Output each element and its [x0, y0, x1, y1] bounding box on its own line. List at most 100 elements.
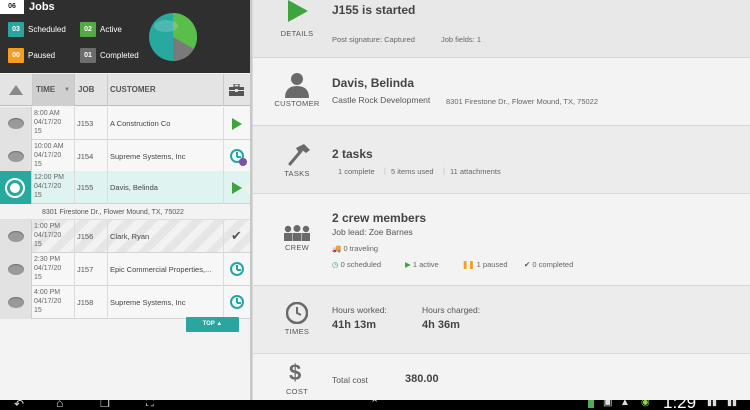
details-section[interactable]: DETAILS J155 is started Post signature: … — [253, 0, 750, 58]
tasks-title: 2 tasks — [332, 147, 373, 161]
job-row-j156[interactable]: 1:00 PM 04/17/20 15 J156 Clark, Ryan ✔ — [0, 220, 250, 253]
stat-completed-count: 01 — [80, 48, 96, 63]
stat-completed[interactable]: 01 Completed — [80, 48, 139, 63]
row-customer: Davis, Belinda — [110, 183, 158, 192]
stat-paused-label: Paused — [28, 51, 56, 60]
tasks-label: TASKS — [284, 169, 310, 178]
signal-icon: ▮▮ — [727, 400, 737, 407]
row-job-id: J156 — [77, 232, 94, 241]
meta-divider: | — [384, 166, 386, 175]
row-divider — [74, 140, 75, 173]
row-job-id: J154 — [77, 152, 94, 161]
arrow-up-icon: ▲ — [216, 321, 223, 327]
crew-job-lead: Job lead: Zoe Barnes — [332, 227, 413, 237]
signal-icon: ▮▮ — [707, 400, 717, 407]
customer-section[interactable]: CUSTOMER Davis, Belinda Castle Rock Deve… — [253, 58, 750, 126]
jobs-status-pie-chart — [149, 12, 198, 62]
toolbox-icon[interactable] — [229, 84, 244, 96]
crew-badge-icon — [239, 158, 247, 166]
row-completed-button[interactable]: ✔ — [224, 220, 250, 253]
row-customer: Clark, Ryan — [110, 232, 150, 241]
row-status-cell[interactable] — [0, 140, 32, 173]
sort-desc-icon: ▼ — [64, 87, 70, 93]
warning-icon: ▲ — [620, 400, 630, 408]
stat-scheduled[interactable]: 03 Scheduled — [8, 22, 66, 37]
row-status-cell[interactable] — [0, 107, 32, 140]
row-divider — [107, 253, 108, 286]
row-divider — [74, 107, 75, 140]
notification-icon: ▣ — [603, 400, 613, 408]
tasks-section[interactable]: TASKS 2 tasks 1 complete | 5 items used … — [253, 126, 750, 194]
screenshot-icon[interactable]: ⛶ — [146, 400, 154, 410]
job-row-j158[interactable]: 4:00 PM 04/17/20 15 J158 Supreme Systems… — [0, 286, 250, 319]
row-status-cell[interactable] — [0, 286, 32, 319]
stat-active-label: Active — [100, 25, 122, 34]
stat-active[interactable]: 02 Active — [80, 22, 122, 37]
job-row-j154[interactable]: 10:00 AM 04/17/20 15 J154 Supreme System… — [0, 140, 250, 173]
row-divider — [74, 220, 75, 253]
home-icon[interactable]: ⌂ — [56, 400, 63, 410]
row-job-id: J157 — [77, 265, 94, 274]
cost-section[interactable]: $ COST Total cost 380.00 — [253, 354, 750, 400]
row-schedule-button[interactable] — [224, 286, 250, 319]
customer-name: Davis, Belinda — [332, 76, 415, 90]
row-time: 10:00 AM 04/17/20 15 — [34, 142, 74, 169]
column-header-time[interactable]: TIME ▼ — [33, 74, 74, 106]
jobs-summary-panel: 06 Jobs 03 Scheduled 02 Active 00 Paused… — [0, 0, 250, 73]
total-cost-label: Total cost — [332, 375, 368, 385]
header-divider — [74, 74, 75, 106]
clock-icon — [286, 302, 308, 324]
row-time-text: 12:00 PM 04/17/20 15 — [34, 174, 64, 199]
pie-gloss — [154, 20, 178, 32]
truck-icon: 🚚 — [332, 244, 342, 253]
row-customer: Supreme Systems, Inc — [110, 152, 186, 161]
scroll-top-label: TOP — [202, 321, 215, 327]
row-start-button[interactable] — [224, 107, 250, 140]
times-section[interactable]: TIMES Hours worked: 41h 13m Hours charge… — [253, 286, 750, 354]
row-status-cell[interactable] — [0, 171, 32, 204]
job-table-header: TIME ▼ JOB CUSTOMER — [0, 74, 250, 106]
job-fields-text: Job fields: 1 — [441, 35, 482, 44]
system-clock: 1:29 — [663, 400, 697, 410]
check-icon: ✔ — [231, 228, 242, 243]
tasks-items-used-text: 5 items used — [391, 167, 434, 176]
crew-section[interactable]: CREW 2 crew members Job lead: Zoe Barnes… — [253, 194, 750, 286]
row-status-cell[interactable] — [0, 220, 32, 253]
row-schedule-button[interactable] — [224, 253, 250, 286]
clock-icon — [230, 262, 244, 276]
status-indicator-icon — [8, 118, 24, 129]
system-nav-bar: ↶ ⌂ ❐ ⛶ ⌃ ▣ ▲ ◉ 1:29 ▮▮ ▮▮ — [0, 400, 750, 410]
hours-worked-value: 41h 13m — [332, 319, 377, 331]
chevron-up-icon[interactable]: ⌃ — [370, 400, 379, 410]
row-customer: Epic Commercial Properties,... — [110, 265, 212, 274]
row-time: 4:00 PM 04/17/20 15 — [34, 288, 74, 315]
scroll-top-button[interactable]: TOP ▲ — [186, 317, 239, 332]
column-header-job[interactable]: JOB — [78, 74, 94, 106]
battery-icon — [588, 400, 594, 408]
details-title: J155 is started — [332, 3, 416, 17]
row-divider — [74, 286, 75, 319]
sort-status-icon[interactable] — [9, 85, 23, 95]
job-row-j157[interactable]: 2:30 PM 04/17/20 15 J157 Epic Commercial… — [0, 253, 250, 286]
header-divider — [223, 74, 224, 106]
cost-label: COST — [285, 387, 309, 396]
row-time: 1:00 PM 04/17/20 15 — [34, 222, 74, 249]
recent-apps-icon[interactable]: ❐ — [100, 400, 110, 410]
status-indicator-icon — [8, 151, 24, 162]
job-row-j153[interactable]: 8:00 AM 04/17/20 15 J153 A Construction … — [0, 107, 250, 140]
row-schedule-button[interactable] — [224, 140, 250, 173]
play-icon: ▶ — [405, 260, 411, 269]
dollar-icon: $ — [289, 360, 302, 385]
job-row-j155[interactable]: 12:00 PM 04/17/20 15 J155 Davis, Belinda — [0, 171, 252, 204]
stat-paused[interactable]: 00 Paused — [8, 48, 55, 63]
column-header-customer[interactable]: CUSTOMER — [110, 74, 156, 106]
selected-row-address: 8301 Firestone Dr., Flower Mound, TX, 75… — [0, 205, 250, 220]
row-status-cell[interactable] — [0, 253, 32, 286]
status-indicator-icon — [8, 231, 24, 242]
back-icon[interactable]: ↶ — [14, 400, 24, 410]
pause-icon: ❚❚ — [462, 260, 475, 269]
customer-address: 8301 Firestone Dr., Flower Mound, TX, 75… — [446, 97, 599, 106]
play-icon — [232, 182, 242, 194]
selection-pointer-icon — [244, 179, 252, 197]
row-time: 12:00 PM 04/17/20 15 — [34, 173, 74, 200]
